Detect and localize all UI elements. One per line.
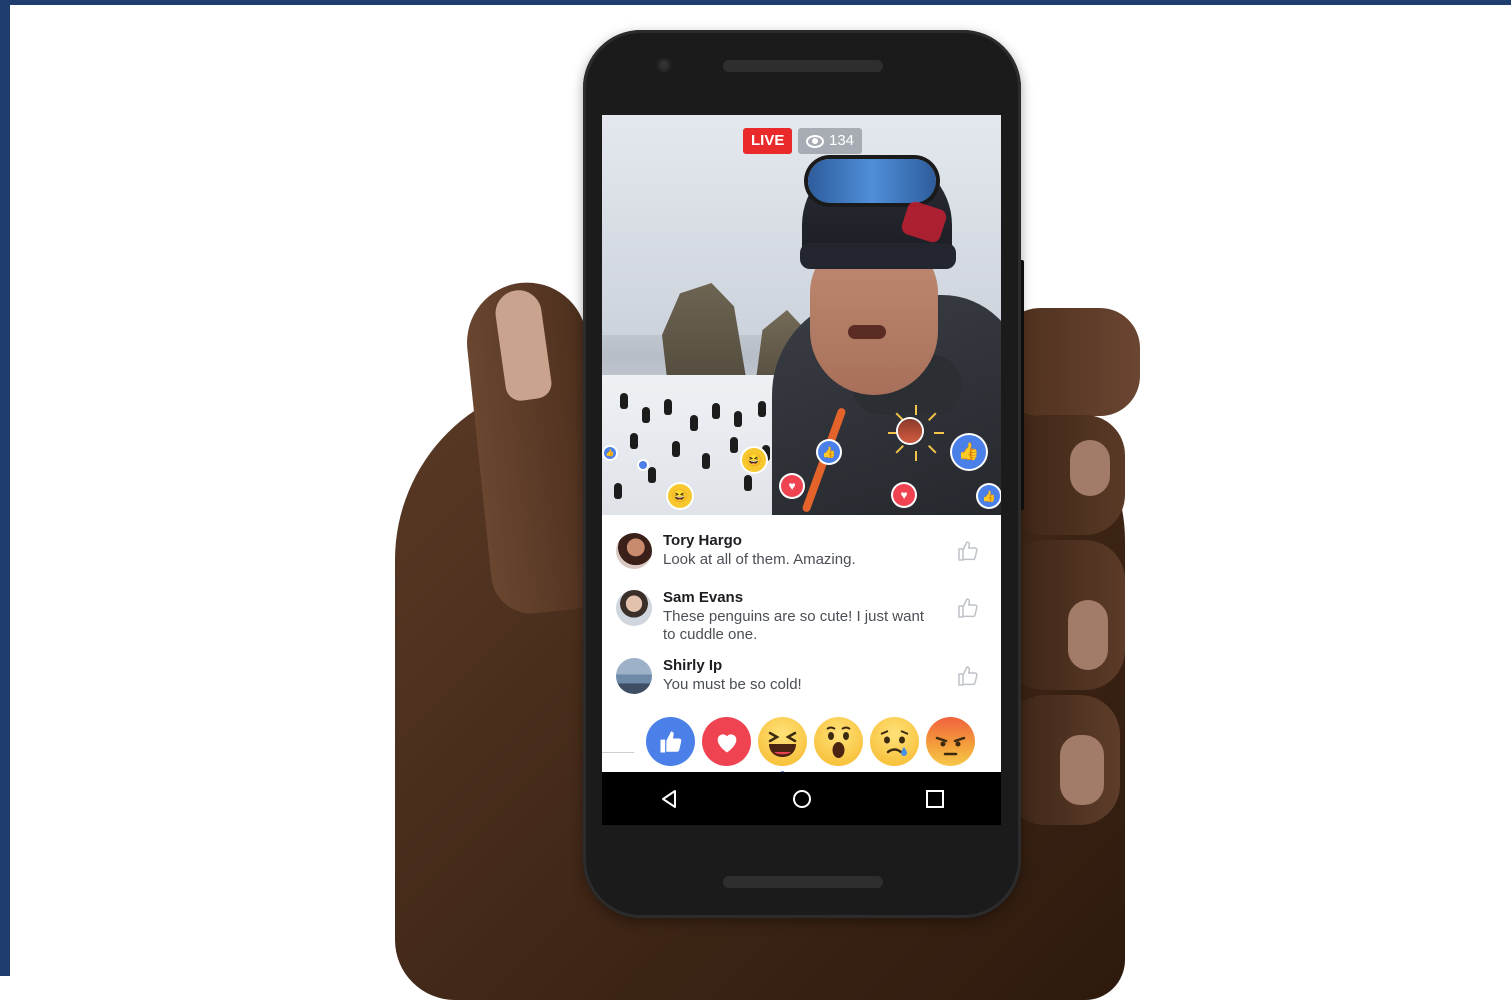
angry-face-icon [935,736,966,756]
live-video[interactable]: LIVE 134 👍 👍 👍 👍 ♥ ♥ 😆 😆 [602,115,1001,515]
floating-love-icon: ♥ [893,484,915,506]
recents-icon [925,789,944,808]
penguin [672,441,680,457]
penguin [614,483,622,499]
avatar[interactable] [616,658,652,694]
floating-love-icon: ♥ [781,475,803,497]
like-icon [660,731,681,752]
goggles [808,159,936,203]
comment-text: Look at all of them. Amazing. [663,551,856,568]
floating-like-icon: 👍 [952,435,986,469]
reaction-angry-button[interactable] [926,717,975,766]
bottom-speaker [723,876,883,888]
comments-list: Tory Hargo Look at all of them. Amazing.… [602,515,1001,715]
thumbs-up-outline-icon [958,666,978,686]
frame-border-top [0,0,1511,5]
finger-nail [1068,600,1108,670]
penguin [642,407,650,423]
phone-screen: LIVE 134 👍 👍 👍 👍 ♥ ♥ 😆 😆 Tory Hargo Look… [602,115,1001,825]
viewer-count-badge: 134 [798,128,863,154]
comment-author[interactable]: Tory Hargo [663,532,742,549]
penguin [702,453,710,469]
thumbs-up-outline-icon [958,541,978,561]
viewer-count: 134 [829,132,855,149]
penguin [690,415,698,431]
back-button[interactable] [649,779,689,819]
comment-text: These penguins are so cute! I just want … [663,608,924,643]
penguin [620,393,628,409]
live-badge: LIVE [743,128,793,154]
penguin [664,399,672,415]
reaction-sad-button[interactable] [870,717,919,766]
reaction-like-button[interactable] [646,717,695,766]
back-icon [661,789,676,808]
finger-nail [1060,735,1104,805]
recents-button[interactable] [915,779,955,819]
comment-text: You must be so cold! [663,676,802,693]
penguin [630,433,638,449]
comment-like-button[interactable] [954,537,982,565]
comment-like-button[interactable] [954,594,982,622]
comment-like-button[interactable] [954,662,982,690]
earpiece-speaker [723,60,883,72]
penguin [712,403,720,419]
floating-like-icon: 👍 [818,441,840,463]
penguin [730,437,738,453]
front-camera [657,58,671,72]
floating-haha-icon: 😆 [668,484,692,508]
avatar[interactable] [616,533,652,569]
phone: LIVE 134 👍 👍 👍 👍 ♥ ♥ 😆 😆 Tory Hargo Look… [583,30,1021,918]
reaction-wow-button[interactable] [814,717,863,766]
android-navigation-bar [602,772,1001,825]
streamer-mouth [848,325,886,339]
floating-like-icon: 👍 [604,447,616,459]
frame-border [0,0,10,976]
laughing-face-icon [768,731,797,757]
penguin [758,401,766,417]
floating-like-icon: 👍 [978,485,1000,507]
comment-author[interactable]: Sam Evans [663,589,743,606]
comment-author[interactable]: Shirly Ip [663,657,722,674]
penguin [744,475,752,491]
penguin [648,467,656,483]
beanie-band [800,243,956,269]
sad-face-icon [880,730,909,756]
floating-like-icon [639,461,647,469]
home-icon [792,789,811,808]
avatar[interactable] [616,590,652,626]
home-button[interactable] [782,779,822,819]
heart-icon [717,733,736,752]
reaction-bar-divider [602,752,634,753]
penguin [734,411,742,427]
reaction-haha-button[interactable] [758,717,807,766]
reaction-picker [646,717,976,769]
floating-haha-icon: 😆 [742,448,766,472]
reaction-love-button[interactable] [702,717,751,766]
surprised-face-icon [826,726,851,758]
eye-icon [806,134,824,148]
finger-nail [1070,440,1110,496]
reacting-user-avatar [898,419,922,443]
thumbs-up-outline-icon [958,598,978,618]
